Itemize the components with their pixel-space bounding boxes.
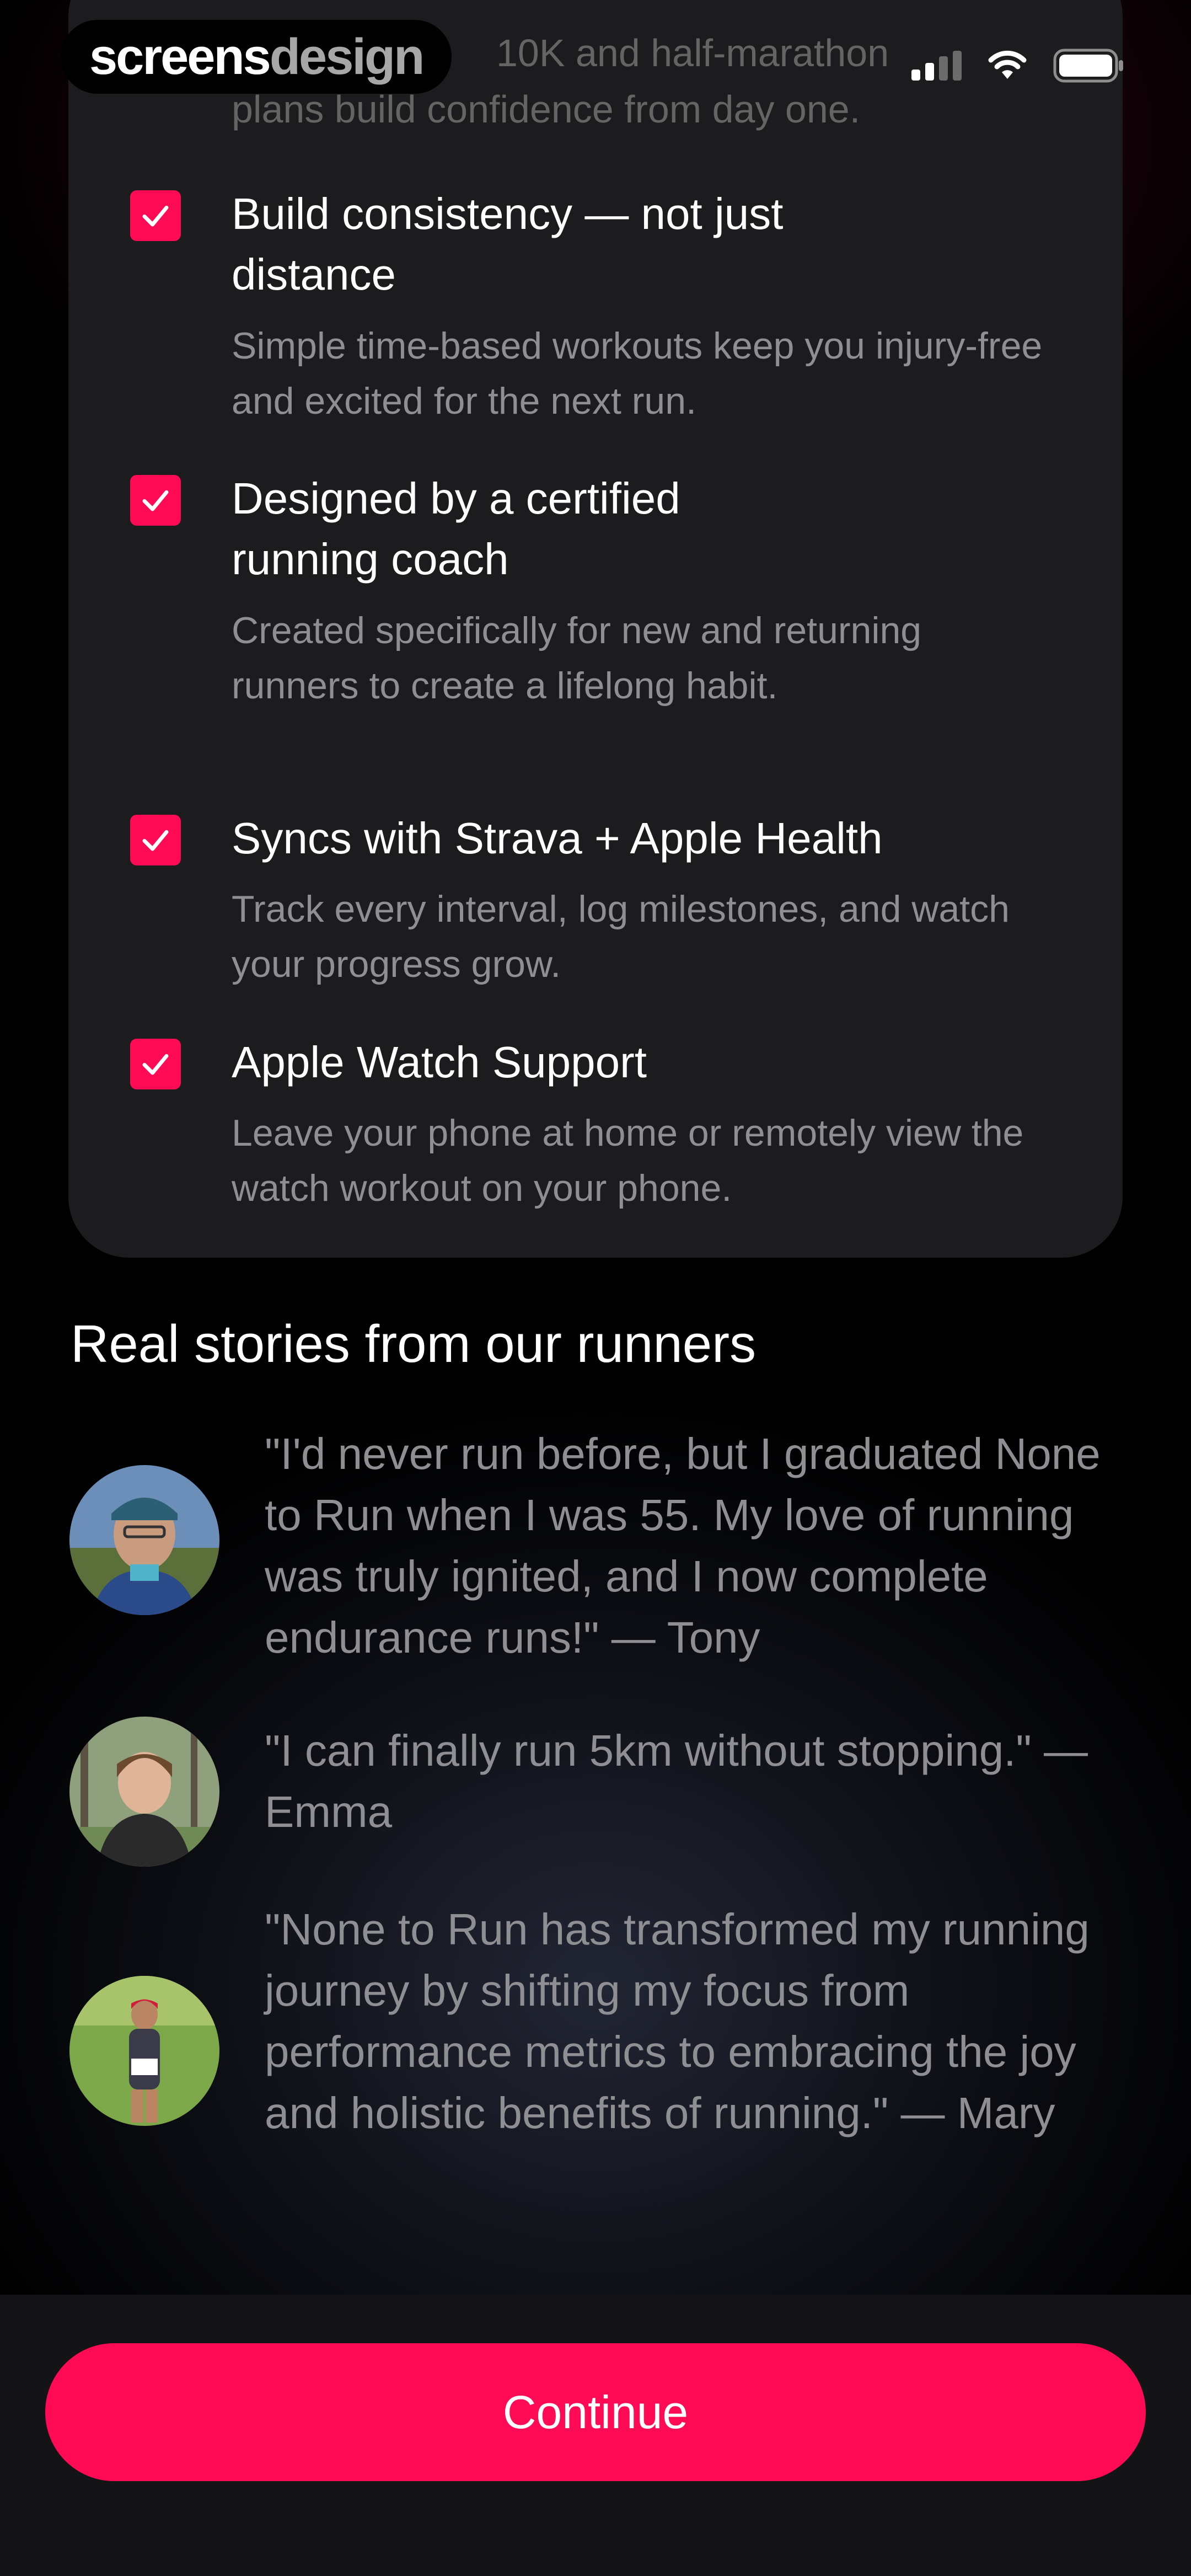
avatar <box>69 1976 219 2126</box>
wifi-icon <box>988 50 1027 79</box>
feature-description: Leave your phone at home or remotely vie… <box>232 1112 1024 1209</box>
cellular-signal-icon <box>911 51 962 81</box>
continue-button[interactable]: Continue <box>45 2343 1146 2481</box>
feature-title: Apple Watch Support <box>232 1038 647 1087</box>
screensdesign-watermark: screens design <box>61 20 452 94</box>
avatar <box>69 1717 219 1867</box>
status-icons <box>911 49 1125 83</box>
runner-photo-icon <box>69 1465 219 1615</box>
brand-text: design <box>269 28 425 85</box>
feature-title: Build consistency — not just distance <box>232 189 784 299</box>
testimonial-quote: "I can finally run 5km without stopping.… <box>265 1726 1088 1836</box>
feature-title: Syncs with Strava + Apple Health <box>232 814 883 863</box>
testimonial-quote: "I'd never run before, but I graduated N… <box>265 1429 1101 1662</box>
checkbox-checked-icon[interactable] <box>130 1039 181 1089</box>
brand-text: screens <box>89 28 271 85</box>
battery-icon <box>1053 49 1123 83</box>
feature-description: Created specifically for new and returni… <box>232 610 922 707</box>
feature-description: Track every interval, log milestones, an… <box>232 888 1010 985</box>
checkbox-checked-icon[interactable] <box>130 475 181 526</box>
features-card: Build consistency — not just distance Si… <box>68 0 1123 1258</box>
stories-heading: Real stories from our runners <box>71 1314 757 1373</box>
checkmark-icon <box>142 205 169 227</box>
checkmark-icon <box>142 1054 169 1075</box>
peek-line: 10K and half-marathon <box>496 31 889 74</box>
avatar <box>69 1465 219 1615</box>
checkmark-icon <box>142 490 169 511</box>
checkmark-icon <box>142 830 169 851</box>
checkbox-checked-icon[interactable] <box>130 815 181 865</box>
runner-photo-icon <box>69 1976 219 2126</box>
checkbox-checked-icon[interactable] <box>130 190 181 241</box>
runner-photo-icon <box>69 1717 219 1867</box>
feature-title: Designed by a certified running coach <box>232 474 680 584</box>
feature-description: Simple time-based workouts keep you inju… <box>232 325 1043 422</box>
testimonial-quote: "None to Run has transformed my running … <box>265 1905 1090 2137</box>
status-bar: 10K and half-marathon plans build confid… <box>0 0 1191 131</box>
